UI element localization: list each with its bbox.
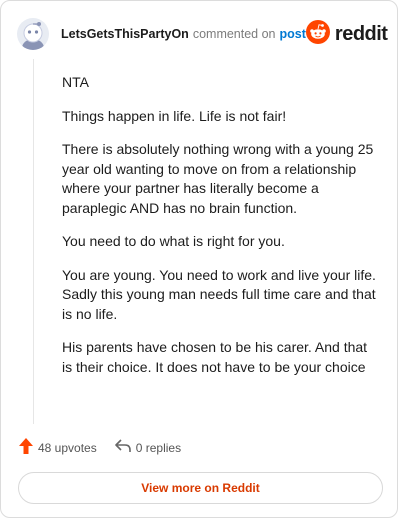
reply-arrow-icon [114, 439, 131, 456]
comment-actions: 48 upvotes 0 replies [19, 438, 181, 457]
reply-count: 0 replies [135, 440, 182, 455]
reddit-logo-icon [305, 19, 330, 49]
embedded-comment-card: LetsGetsThisPartyOn commented on post re… [0, 0, 398, 518]
view-more-button[interactable]: View more on Reddit [18, 472, 383, 504]
comment-meta: LetsGetsThisPartyOn commented on post [61, 27, 306, 41]
comment-paragraph: NTA [62, 74, 89, 90]
comment-paragraph: Things happen in life. Life is not fair! [62, 107, 287, 124]
reddit-wordmark: reddit [334, 22, 388, 45]
comment-paragraph: You are young. You need to work and live… [62, 266, 376, 322]
thread-line [33, 59, 34, 424]
comment-header: LetsGetsThisPartyOn commented on post re… [17, 17, 388, 51]
comment-paragraph: You need to do what is right for you. [62, 233, 285, 249]
post-link[interactable]: post [280, 27, 306, 41]
snoo-avatar-icon[interactable] [17, 18, 49, 50]
upvote-button[interactable]: 48 upvotes [19, 438, 97, 457]
username-link[interactable]: LetsGetsThisPartyOn [61, 27, 189, 41]
reddit-brand[interactable]: reddit [305, 19, 388, 49]
comment-paragraph: His parents have chosen to be his carer.… [62, 339, 368, 375]
comment-body: NTA Things happen in life. Life is not f… [62, 73, 380, 391]
upvote-arrow-icon [19, 438, 33, 457]
commented-on-label: commented on [192, 27, 276, 41]
comment-paragraph: There is absolutely nothing wrong with a… [62, 141, 374, 216]
replies-button[interactable]: 0 replies [114, 439, 182, 456]
upvote-count: 48 upvotes [38, 440, 97, 455]
